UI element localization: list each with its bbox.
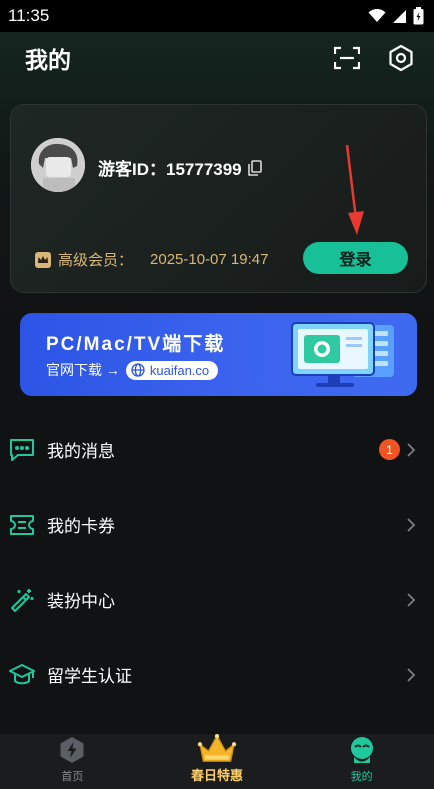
guest-id-text: 游客ID：15777399 [98, 160, 242, 179]
settings-hexagon-icon [389, 44, 413, 72]
profile-card: 游客ID：15777399 高级会员： 2025-10-07 19:47 登录 [10, 104, 427, 293]
menu-item-label: 我的卡券 [47, 517, 115, 536]
globe-icon [131, 363, 145, 377]
tab-mine[interactable]: 我的 [289, 734, 434, 789]
ticket-icon [8, 511, 36, 539]
graduation-cap-icon [8, 661, 36, 689]
status-time: 11:35 [8, 6, 50, 25]
login-button[interactable]: 登录 [303, 242, 408, 274]
battery-icon [413, 7, 424, 25]
tab-label: 春日特惠 [191, 768, 244, 783]
crown-badge-icon [35, 251, 51, 268]
menu-item-student-verification[interactable]: 留学生认证 [0, 637, 434, 712]
member-expiry: 2025-10-07 19:47 [150, 251, 269, 268]
banner-subtitle-text: 官网下载 → [46, 362, 120, 378]
bottom-tab-bar: 首页 春日特惠 我的 [0, 734, 434, 789]
copy-icon[interactable] [247, 159, 262, 176]
unread-badge: 1 [379, 439, 400, 460]
download-banner[interactable]: PC/Mac/TV端下载 官网下载 → kuaifan.co [20, 313, 417, 396]
banner-url: kuaifan.co [149, 362, 210, 378]
banner-subtitle: 官网下载 → kuaifan.co [46, 360, 219, 380]
banner-url-pill: kuaifan.co [125, 360, 219, 380]
tab-label: 首页 [61, 771, 84, 783]
banner-title: PC/Mac/TV端下载 [46, 334, 226, 355]
default-avatar-icon [31, 138, 85, 192]
member-label: 高级会员： [58, 252, 134, 269]
chevron-right-icon [407, 442, 416, 457]
pointer-arrow-icon [345, 144, 364, 235]
settings-button[interactable] [386, 43, 416, 73]
profile-mascot-icon [350, 737, 373, 763]
system-icons [368, 7, 424, 25]
menu-item-decoration[interactable]: 装扮中心 [0, 562, 434, 637]
chevron-right-icon [407, 592, 416, 607]
chevron-right-icon [407, 667, 416, 682]
chevron-right-icon [407, 517, 416, 532]
guest-id: 游客ID：15777399 [98, 155, 262, 180]
membership-info: 高级会员： 2025-10-07 19:47 [35, 249, 268, 270]
menu-item-label: 我的消息 [47, 442, 115, 461]
message-icon [8, 436, 36, 464]
menu-list: 我的消息 1 我的卡券 装扮中心 留学生认证 [0, 412, 434, 712]
scan-icon [334, 46, 360, 70]
page-header: 我的 [0, 32, 434, 84]
crown-promo-icon [197, 734, 237, 762]
menu-item-messages[interactable]: 我的消息 1 [0, 412, 434, 487]
menu-item-label: 留学生认证 [47, 667, 132, 686]
status-bar: 11:35 [0, 0, 434, 32]
menu-item-coupons[interactable]: 我的卡券 [0, 487, 434, 562]
tab-label: 我的 [350, 771, 373, 783]
tab-home[interactable]: 首页 [0, 734, 145, 789]
menu-item-label: 装扮中心 [47, 592, 115, 611]
devices-illustration [291, 322, 394, 387]
scan-button[interactable] [332, 43, 362, 73]
signal-icon [393, 9, 406, 23]
tab-spring-sale[interactable]: 春日特惠 [145, 734, 290, 789]
magic-wand-icon [8, 586, 36, 614]
wifi-icon [368, 9, 386, 22]
avatar[interactable] [31, 138, 85, 192]
home-bolt-icon [60, 737, 84, 763]
page-title: 我的 [25, 47, 71, 73]
